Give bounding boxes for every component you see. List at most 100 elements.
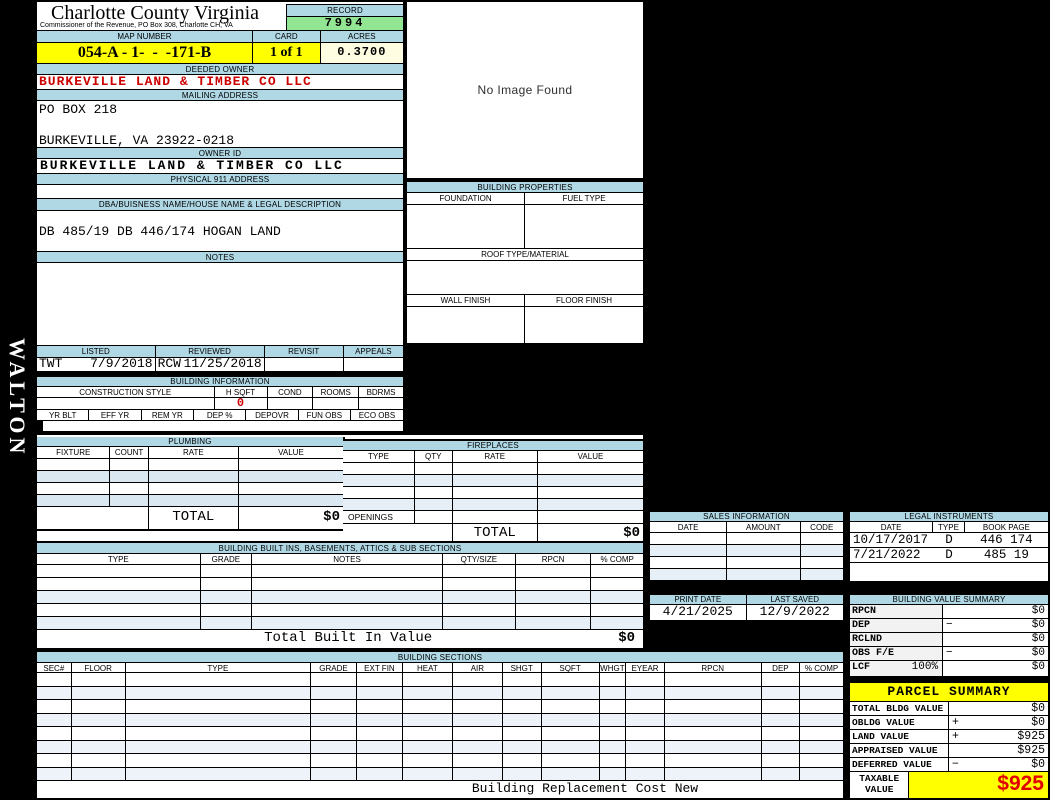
mailing-line-1: PO BOX 218 <box>39 102 118 117</box>
table-cell <box>503 767 542 780</box>
table-cell <box>37 740 72 753</box>
parcel-row-value: + $0 <box>952 716 1045 729</box>
table-cell <box>37 483 111 494</box>
table-cell <box>37 578 201 590</box>
table-cell <box>516 604 592 616</box>
openings-value <box>538 511 643 523</box>
building-value-summary-panel: BUILDING VALUE SUMMARY RPCN $0 DEP − $0 RCLND… <box>848 593 1050 678</box>
building-sections-footer: Building Replacement Cost New <box>471 781 699 796</box>
table-cell <box>149 471 239 482</box>
table-cell <box>665 700 762 713</box>
plumbing-total-value: $0 <box>323 509 340 525</box>
table-cell <box>650 569 728 580</box>
table-cell <box>443 604 516 616</box>
parcel-summary-row: DEFERRED VALUE − $0 <box>850 758 1048 772</box>
table-cell <box>357 686 403 699</box>
column-header: QTY/SIZE <box>443 554 516 564</box>
table-cell <box>126 727 312 740</box>
table-cell <box>600 767 627 780</box>
column-header: SQFT <box>542 663 600 672</box>
table-cell <box>600 713 627 726</box>
instrument-type: D <box>945 533 953 547</box>
column-header: TYPE <box>37 554 201 564</box>
column-header: DATE <box>850 522 934 532</box>
table-cell <box>626 686 665 699</box>
total-spacer <box>37 630 170 648</box>
table-cell <box>311 767 357 780</box>
table-cell <box>665 713 762 726</box>
table-cell <box>37 471 111 482</box>
instrument-book-page: 485 19 <box>983 548 1029 562</box>
table-cell <box>600 686 627 699</box>
column-header: TYPE <box>933 522 965 532</box>
plumbing-total-label: TOTAL <box>149 507 239 529</box>
table-cell <box>37 591 201 603</box>
table-cell <box>762 767 801 780</box>
value-summary-label: RPCN <box>850 605 944 618</box>
table-cell <box>239 495 343 506</box>
table-cell <box>37 604 201 616</box>
table-cell <box>453 700 503 713</box>
table-cell <box>600 673 627 686</box>
table-cell <box>503 727 542 740</box>
table-row <box>37 471 343 483</box>
value-summary-title: BUILDING VALUE SUMMARY <box>850 595 1048 605</box>
column-header: VALUE <box>278 448 304 457</box>
table-cell <box>110 483 149 494</box>
table-cell <box>37 565 201 577</box>
value-summary-label: LCF 100% <box>850 661 944 676</box>
table-cell <box>665 686 762 699</box>
table-cell <box>443 565 516 577</box>
table-cell <box>357 740 403 753</box>
value-summary-label: RCLND <box>850 633 944 646</box>
card-value: 1 of 1 <box>252 43 321 63</box>
table-cell <box>591 604 643 616</box>
instrument-date: 10/17/2017 <box>853 533 929 547</box>
table-cell <box>72 713 126 726</box>
table-row <box>37 673 843 687</box>
value-summary-value: − $0 <box>946 619 1045 631</box>
building-sections-title: BUILDING SECTIONS <box>37 652 843 663</box>
value-summary-row: RCLND $0 <box>850 633 1048 647</box>
table-row <box>343 499 643 511</box>
table-cell <box>665 727 762 740</box>
owner-card-panel: Charlotte County Virginia Commissioner o… <box>35 0 405 373</box>
value-summary-label: DEP <box>850 619 944 632</box>
table-row <box>650 569 843 581</box>
column-header: WHGT <box>600 663 627 672</box>
table-cell <box>503 700 542 713</box>
built-ins-total-label: Total Built In Value <box>264 630 433 646</box>
table-cell <box>591 565 643 577</box>
table-cell <box>538 475 643 486</box>
table-cell <box>762 727 801 740</box>
table-cell <box>72 673 126 686</box>
page-subtitle: Commissioner of the Revenue, PO Box 308,… <box>40 22 233 29</box>
map-number-value: 054-A - 1- - -171-B <box>37 43 253 63</box>
table-cell <box>252 578 443 590</box>
table-cell <box>727 569 801 580</box>
instrument-book-page: 446 174 <box>980 533 1033 547</box>
table-row <box>37 740 843 754</box>
table-cell <box>591 591 643 603</box>
table-cell <box>252 591 443 603</box>
table-row <box>650 533 843 545</box>
table-cell <box>72 767 126 780</box>
table-cell <box>503 686 542 699</box>
table-row <box>37 421 43 431</box>
table-cell <box>762 673 801 686</box>
table-cell <box>800 700 843 713</box>
table-cell <box>201 565 253 577</box>
table-cell <box>110 471 149 482</box>
legal-description-area: DB 485/19 DB 446/174 HOGAN LAND <box>37 211 403 252</box>
fireplaces-title: FIREPLACES <box>343 441 643 451</box>
listed-label: LISTED <box>37 346 156 357</box>
table-cell <box>403 686 453 699</box>
parcel-row-label: APPRAISED VALUE <box>850 744 949 757</box>
parcel-row-label: DEFERRED VALUE <box>850 758 949 771</box>
wall-finish-value <box>407 307 525 343</box>
parcel-row-label: OBLDG VALUE <box>850 716 949 729</box>
built-ins-table: BUILDING BUILT INS, BASEMENTS, ATTICS & … <box>37 541 643 648</box>
table-cell <box>110 459 149 470</box>
table-cell <box>542 740 600 753</box>
roof-type-label: ROOF TYPE/MATERIAL <box>407 249 643 261</box>
